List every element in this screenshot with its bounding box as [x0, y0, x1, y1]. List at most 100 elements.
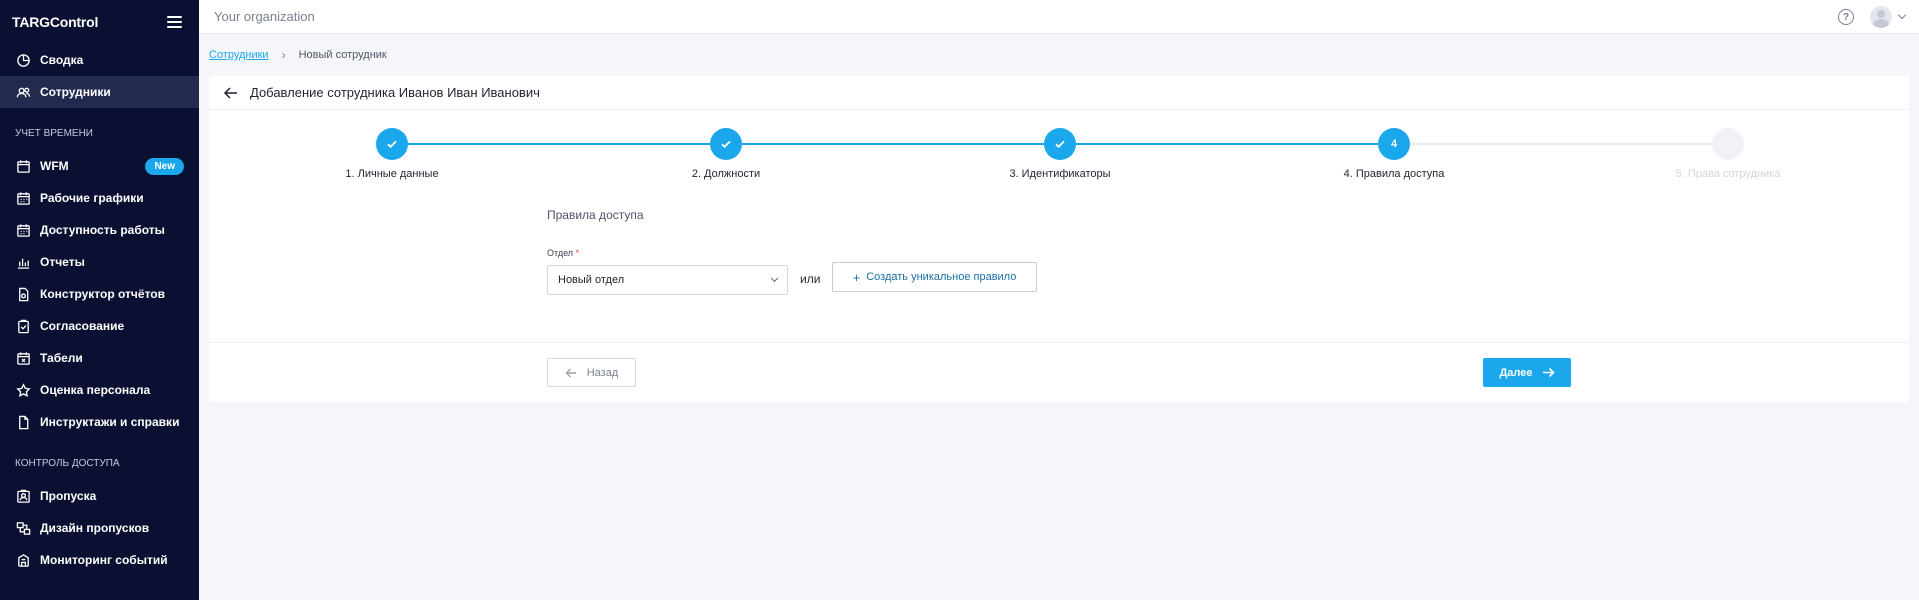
step-circle — [376, 128, 408, 160]
chevron-right-icon: › — [281, 48, 286, 62]
step-label: 4. Правила доступа — [1343, 168, 1445, 180]
sidebar-item-staff-rating[interactable]: Оценка персонала — [0, 374, 199, 406]
sidebar-item-label: WFM — [40, 159, 69, 173]
stepper: 1. Личные данные 2. Должности 3. Идентиф… — [209, 128, 1909, 191]
create-unique-rule-button[interactable]: + Создать уникальное правило — [832, 262, 1037, 292]
bar-chart-icon — [15, 254, 31, 270]
plus-icon: + — [852, 269, 861, 285]
sidebar-item-briefings[interactable]: Инструктажи и справки — [0, 406, 199, 438]
step-personal-data[interactable]: 1. Личные данные — [312, 128, 472, 180]
step-number: 4 — [1378, 128, 1410, 160]
top-bar: Your organization ? — [199, 0, 1919, 34]
department-select[interactable]: Новый отдел — [547, 265, 788, 295]
breadcrumb: Сотрудники › Новый сотрудник — [209, 48, 387, 62]
sidebar-section-access: КОНТРОЛЬ ДОСТУПА — [15, 457, 120, 469]
back-button-label: Назад — [586, 366, 619, 379]
file-icon — [15, 414, 31, 430]
step-employee-rights: 5 5. Права сотрудника — [1648, 128, 1808, 180]
sidebar-item-summary[interactable]: Сводка — [0, 44, 199, 76]
create-unique-rule-label: Создать уникальное правило — [866, 271, 1017, 283]
page-title: Добавление сотрудника Иванов Иван Иванов… — [250, 85, 540, 100]
sidebar-item-report-builder[interactable]: Конструктор отчётов — [0, 278, 199, 310]
breadcrumb-current: Новый сотрудник — [298, 49, 387, 61]
users-icon — [15, 84, 31, 100]
check-icon — [1055, 140, 1065, 149]
step-identifiers[interactable]: 3. Идентификаторы — [980, 128, 1140, 180]
sidebar-item-work-schedules[interactable]: Рабочие графики — [0, 182, 199, 214]
sidebar-item-label: Инструктажи и справки — [40, 415, 180, 429]
step-circle — [710, 128, 742, 160]
sidebar-item-event-monitoring[interactable]: Мониторинг событий — [0, 544, 199, 576]
menu-toggle-icon[interactable] — [167, 16, 182, 28]
department-label-text: Отдел — [547, 248, 574, 258]
sidebar-item-label: Оценка персонала — [40, 383, 151, 397]
sidebar-item-label: Конструктор отчётов — [40, 287, 165, 301]
help-icon[interactable]: ? — [1838, 9, 1854, 25]
check-icon — [721, 140, 731, 149]
step-positions[interactable]: 2. Должности — [646, 128, 806, 180]
card-header: Добавление сотрудника Иванов Иван Иванов… — [209, 76, 1909, 110]
design-icon — [15, 520, 31, 536]
sidebar-item-label: Пропуска — [40, 489, 97, 503]
arrow-left-icon[interactable] — [223, 85, 239, 101]
sidebar-item-employees[interactable]: Сотрудники — [0, 76, 199, 108]
sidebar-section-time: УЧЕТ ВРЕМЕНИ — [15, 127, 93, 139]
section-heading: Правила доступа — [547, 208, 644, 222]
sidebar-item-label: Дизайн пропусков — [40, 521, 150, 535]
stepper-progress-line — [392, 143, 1394, 145]
sidebar-item-label: Сводка — [40, 53, 84, 67]
sidebar-item-work-availability[interactable]: Доступность работы — [0, 214, 199, 246]
sidebar-item-label: Отчеты — [40, 255, 85, 269]
organization-name[interactable]: Your organization — [214, 9, 315, 24]
sidebar-item-label: Табели — [40, 351, 83, 365]
avatar[interactable] — [1870, 6, 1892, 28]
breadcrumb-link-employees[interactable]: Сотрудники — [209, 49, 269, 61]
app-logo[interactable]: TARGControl — [12, 14, 98, 30]
department-select-value: Новый отдел — [558, 274, 625, 286]
arrow-right-icon — [1542, 367, 1555, 378]
file-settings-icon — [15, 286, 31, 302]
sidebar-item-label: Согласование — [40, 319, 125, 333]
step-access-rules[interactable]: 4 4. Правила доступа — [1314, 128, 1474, 180]
sidebar: TARGControl Сводка Сотрудники УЧЕТ ВРЕМЕ… — [0, 0, 199, 600]
footer-divider — [209, 342, 1909, 343]
step-number: 5 — [1712, 128, 1744, 160]
id-card-icon — [15, 488, 31, 504]
employee-wizard-card: Добавление сотрудника Иванов Иван Иванов… — [209, 76, 1909, 402]
step-label: 1. Личные данные — [345, 168, 439, 180]
sidebar-item-timesheets[interactable]: Табели — [0, 342, 199, 374]
next-button-label: Далее — [1499, 366, 1533, 379]
or-separator: или — [800, 272, 821, 286]
new-badge: New — [145, 157, 184, 175]
clipboard-check-icon — [15, 318, 31, 334]
chevron-down-icon — [770, 274, 779, 283]
calendar-x-icon — [15, 350, 31, 366]
step-circle — [1044, 128, 1076, 160]
arrow-left-icon — [565, 368, 576, 377]
sidebar-item-reports[interactable]: Отчеты — [0, 246, 199, 278]
star-icon — [15, 382, 31, 398]
sidebar-item-label: Сотрудники — [40, 85, 111, 99]
chevron-down-icon[interactable] — [1897, 10, 1907, 20]
sidebar-item-approval[interactable]: Согласование — [0, 310, 199, 342]
sidebar-item-label: Доступность работы — [40, 223, 165, 237]
department-label: Отдел * — [547, 248, 579, 258]
calendar-grid-icon — [15, 190, 31, 206]
sidebar-item-pass-design[interactable]: Дизайн пропусков — [0, 512, 199, 544]
required-mark: * — [575, 248, 580, 258]
sidebar-item-passes[interactable]: Пропуска — [0, 480, 199, 512]
sidebar-item-label: Мониторинг событий — [40, 553, 168, 567]
chart-pie-icon — [15, 52, 31, 68]
step-label: 5. Права сотрудника — [1675, 168, 1781, 180]
back-button[interactable]: Назад — [547, 358, 636, 387]
top-right-controls: ? — [1838, 0, 1907, 34]
monitor-icon — [15, 552, 31, 568]
calendar-grid-icon — [15, 222, 31, 238]
sidebar-item-wfm[interactable]: WFM New — [0, 150, 199, 182]
calendar-icon — [15, 158, 31, 174]
sidebar-header: TARGControl — [0, 0, 199, 44]
next-button[interactable]: Далее — [1483, 358, 1571, 387]
step-label: 3. Идентификаторы — [1009, 168, 1111, 180]
sidebar-item-label: Рабочие графики — [40, 191, 144, 205]
step-label: 2. Должности — [691, 168, 761, 180]
